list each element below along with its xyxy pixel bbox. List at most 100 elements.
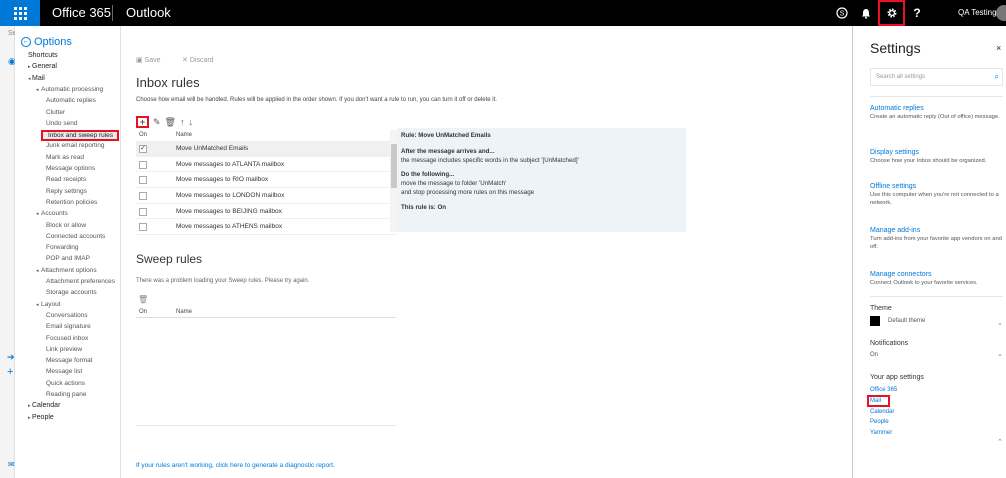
table-row[interactable]: Move messages to ATLANTA mailbox: [136, 157, 398, 173]
nav-item-mail[interactable]: Mail: [32, 75, 45, 82]
caret-down-icon[interactable]: ◂: [36, 211, 39, 217]
app-settings-link-yammer[interactable]: Yammer: [870, 430, 892, 436]
nav-item-retention-policies[interactable]: Retention policies: [46, 199, 97, 206]
caret-down-icon[interactable]: ◂: [36, 302, 39, 308]
settings-link-offline-settings[interactable]: Offline settings: [870, 183, 1004, 190]
nav-item-undo-send[interactable]: Undo send: [46, 120, 77, 127]
settings-button[interactable]: [878, 0, 905, 26]
rule-on-checkbox[interactable]: [139, 223, 147, 232]
app-launcher-button[interactable]: [0, 0, 40, 26]
arrow-right-icon[interactable]: ➔: [7, 352, 15, 363]
nav-item-pop-and-imap[interactable]: POP and IMAP: [46, 255, 90, 262]
nav-item-junk-email-reporting[interactable]: Junk email reporting: [46, 142, 105, 149]
collapsed-folder-pane: Se ◉ ➔ + ✉: [0, 26, 17, 478]
settings-link-automatic-replies[interactable]: Automatic replies: [870, 105, 1004, 112]
app-settings-link-office-365[interactable]: Office 365: [870, 387, 897, 393]
nav-item-conversations[interactable]: Conversations: [46, 312, 88, 319]
close-icon[interactable]: ×: [996, 43, 1001, 53]
nav-item-message-list[interactable]: Message list: [46, 368, 82, 375]
edit-rule-button[interactable]: ✎: [153, 116, 161, 128]
nav-item-clutter[interactable]: Clutter: [46, 109, 65, 116]
caret-down-icon[interactable]: ◂: [36, 268, 39, 274]
table-row[interactable]: Move messages to BEIJING mailbox: [136, 204, 398, 220]
plus-icon[interactable]: +: [7, 366, 13, 378]
skype-button[interactable]: S: [830, 0, 854, 26]
nav-item-attachment-preferences[interactable]: Attachment preferences: [46, 278, 115, 285]
rule-on-checkbox[interactable]: [139, 160, 147, 169]
nav-item-mark-as-read[interactable]: Mark as read: [46, 154, 84, 161]
nav-item-message-options[interactable]: Message options: [46, 165, 95, 172]
nav-item-automatic-replies[interactable]: Automatic replies: [46, 97, 96, 104]
nav-item-shortcuts[interactable]: Shortcuts: [28, 52, 58, 59]
nav-item-connected-accounts[interactable]: Connected accounts: [46, 233, 105, 240]
nav-item-automatic-processing[interactable]: Automatic processing: [41, 86, 103, 93]
rule-on-checkbox[interactable]: [139, 207, 147, 216]
notifications-label: Notifications: [870, 340, 909, 347]
help-button[interactable]: ?: [905, 0, 929, 26]
mail-icon[interactable]: ✉: [8, 460, 15, 469]
settings-search-input[interactable]: Search all settings ⌕: [870, 68, 1003, 86]
nav-item-read-receipts[interactable]: Read receipts: [46, 176, 86, 183]
chevron-up-icon[interactable]: ⌃: [997, 438, 1003, 446]
nav-item-storage-accounts[interactable]: Storage accounts: [46, 289, 97, 296]
rule-on-checkbox[interactable]: [139, 176, 147, 185]
caret-right-icon[interactable]: ▸: [28, 64, 31, 70]
suite-name[interactable]: Office 365: [52, 5, 111, 20]
nav-item-calendar[interactable]: Calendar: [32, 402, 60, 409]
settings-link-display-settings[interactable]: Display settings: [870, 149, 1004, 156]
diagnostic-report-link[interactable]: If your rules aren't working, click here…: [136, 462, 335, 469]
nav-item-focused-inbox[interactable]: Focused inbox: [46, 335, 88, 342]
move-up-button[interactable]: ↑: [180, 116, 185, 128]
nav-item-link-preview[interactable]: Link preview: [46, 346, 82, 353]
caret-right-icon[interactable]: ▸: [28, 415, 31, 421]
user-name[interactable]: QA Testing: [958, 8, 997, 17]
trash-icon: 🗑: [164, 116, 176, 127]
table-row[interactable]: ✓ Move UnMatched Emails: [136, 141, 398, 157]
nav-item-inbox-and-sweep-rules[interactable]: Inbox and sweep rules: [41, 130, 120, 142]
nav-item-attachment-options[interactable]: Attachment options: [41, 267, 97, 274]
rule-on-checkbox[interactable]: [139, 192, 147, 201]
app-settings-link-people[interactable]: People: [870, 419, 889, 425]
rules-list: ✓ Move UnMatched Emails Move messages to A…: [136, 141, 398, 236]
chevron-down-icon[interactable]: ⌄: [997, 319, 1003, 327]
nav-item-reading-pane[interactable]: Reading pane: [46, 391, 86, 398]
rules-scrollbar[interactable]: [390, 130, 398, 232]
scrollbar-thumb[interactable]: [391, 144, 397, 188]
rule-on-checkbox[interactable]: ✓: [139, 145, 147, 153]
nav-item-quick-actions[interactable]: Quick actions: [46, 380, 85, 387]
caret-right-icon[interactable]: ▸: [28, 403, 31, 409]
discard-button[interactable]: ✕ Discard: [182, 56, 214, 64]
notifications-value[interactable]: On: [870, 352, 878, 358]
nav-item-general[interactable]: General: [32, 63, 57, 70]
nav-item-email-signature[interactable]: Email signature: [46, 323, 91, 330]
table-row[interactable]: Move messages to RIO mailbox: [136, 172, 398, 189]
nav-item-block-or-allow[interactable]: Block or allow: [46, 222, 86, 229]
avatar[interactable]: [996, 5, 1006, 21]
theme-swatch[interactable]: [870, 316, 880, 326]
nav-item-forwarding[interactable]: Forwarding: [46, 244, 79, 251]
caret-down-icon[interactable]: ◂: [36, 87, 39, 93]
options-back-button[interactable]: ← Options: [21, 36, 72, 48]
add-rule-button[interactable]: +: [136, 116, 149, 128]
theme-value[interactable]: Default theme: [888, 318, 925, 324]
nav-item-layout[interactable]: Layout: [41, 301, 61, 308]
caret-down-icon[interactable]: ◂: [28, 76, 31, 82]
delete-rule-button[interactable]: 🗑: [165, 116, 176, 128]
notifications-button[interactable]: [854, 0, 878, 26]
app-settings-link-calendar[interactable]: Calendar: [870, 409, 894, 415]
chevron-down-icon[interactable]: ⌄: [997, 350, 1003, 358]
settings-link-manage-connectors[interactable]: Manage connectors: [870, 271, 1004, 278]
nav-item-reply-settings[interactable]: Reply settings: [46, 188, 87, 195]
nav-item-people[interactable]: People: [32, 414, 54, 421]
app-settings-link-mail[interactable]: Mail: [866, 394, 891, 407]
table-row[interactable]: Move messages to LONDON mailbox: [136, 188, 398, 204]
table-row[interactable]: Move messages to ATHENS mailbox: [136, 219, 398, 236]
settings-link-manage-add-ins[interactable]: Manage add-ins: [870, 227, 1004, 234]
move-down-button[interactable]: ↓: [188, 116, 193, 128]
sweep-delete-button[interactable]: 🗑: [138, 295, 148, 304]
app-name[interactable]: Outlook: [126, 5, 171, 20]
nav-item-accounts[interactable]: Accounts: [41, 210, 68, 217]
search-icon[interactable]: ⌕: [995, 72, 999, 82]
save-button[interactable]: ▣ Save: [136, 56, 161, 64]
nav-item-message-format[interactable]: Message format: [46, 357, 93, 364]
